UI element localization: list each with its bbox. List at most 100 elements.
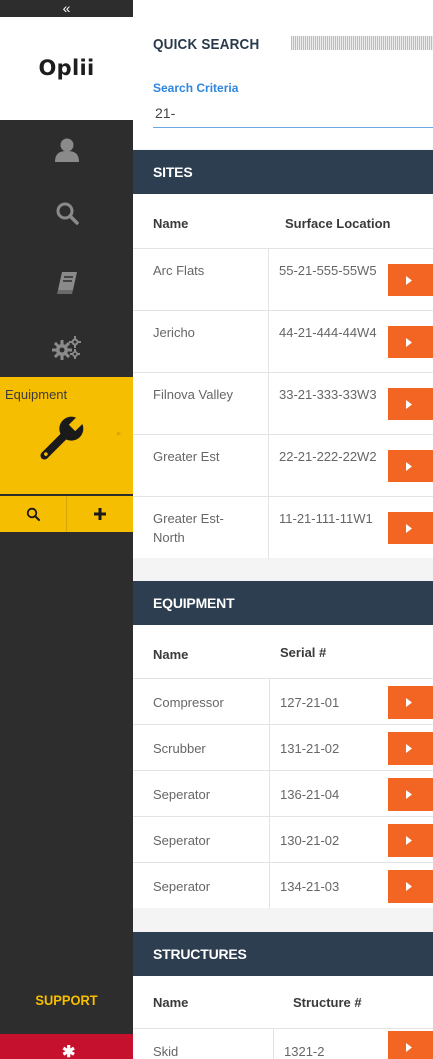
cell-divider [269,679,270,725]
row-name: Arc Flats [153,263,205,278]
row-name: Compressor [153,695,224,710]
row-value: 11-21-111-11W1 [279,511,373,526]
wrench-icon [40,415,85,460]
chevron-right-icon [406,523,412,533]
open-record-button[interactable] [388,732,433,765]
chevron-right-icon: ▸ [117,428,122,438]
row-name: Filnova Valley [153,387,233,402]
equipment-table-header: Name Serial # [133,625,433,678]
nav-library[interactable] [0,253,133,313]
open-record-button[interactable] [388,264,433,296]
nav-search[interactable] [0,183,133,243]
table-row[interactable]: Greater Est 22-21-222-22W2 [133,434,433,497]
table-row[interactable]: Filnova Valley 33-21-333-33W3 [133,372,433,435]
collapse-sidebar-button[interactable]: « [0,0,133,17]
structures-header: STRUCTURES [133,932,433,976]
sidebar: « Oplii Equipment ▸ SUPPORT ✱ [0,0,133,1059]
book-icon [56,272,77,294]
row-name: Seperator [153,833,211,848]
nav-profile[interactable] [0,120,133,180]
table-row[interactable]: Compressor 127-21-01 [133,678,433,725]
search-criteria-label: Search Criteria [153,81,239,95]
column-header[interactable]: Serial # [280,645,326,660]
alert-icon: ✱ [62,1044,76,1059]
equipment-search-button[interactable] [0,496,66,532]
row-name: Scrubber [153,741,206,756]
sites-header: SITES [133,150,433,194]
cell-divider [269,771,270,817]
search-icon [56,202,79,225]
chevron-right-icon [406,790,412,799]
row-name: Seperator [153,787,211,802]
open-record-button[interactable] [388,824,433,857]
row-value: 130-21-02 [280,833,340,848]
search-criteria-input[interactable] [153,98,433,128]
column-header[interactable]: Structure # [293,995,362,1010]
table-row[interactable]: Arc Flats 55-21-555-55W5 [133,248,433,311]
open-record-button[interactable] [388,326,433,358]
row-name: Jericho [153,325,195,340]
title-rule [291,36,433,50]
search-icon [26,507,40,521]
table-row[interactable]: Jericho 44-21-444-44W4 [133,310,433,373]
support-link[interactable]: SUPPORT [5,992,127,1008]
column-header[interactable]: Name [153,995,188,1010]
table-row[interactable]: Seperator 136-21-04 [133,770,433,817]
chevron-right-icon [406,1043,412,1052]
open-record-button[interactable] [388,686,433,719]
row-value: 33-21-333-33W3 [279,387,377,402]
row-name: Seperator [153,879,211,894]
open-record-button[interactable] [388,388,433,420]
row-name: Greater Est [153,449,220,464]
cell-divider [273,1029,274,1059]
plus-icon [94,508,106,520]
chevron-right-icon [406,461,412,471]
row-value: 55-21-555-55W5 [279,263,377,278]
row-value: 22-21-222-22W2 [279,449,377,464]
structures-table-header: Name Structure # [133,976,433,1028]
user-icon [54,138,79,162]
alert-bar[interactable]: ✱ [0,1034,133,1059]
cell-divider [269,725,270,771]
chevron-right-icon [406,275,412,285]
table-row[interactable]: Greater Est-North 11-21-111-11W1 [133,496,433,559]
column-header[interactable]: Name [153,647,188,662]
row-value: 136-21-04 [280,787,340,802]
nav-settings[interactable] [0,318,133,378]
row-value: 134-21-03 [280,879,340,894]
cell-divider [269,863,270,909]
app-logo[interactable]: Oplii [0,56,133,80]
equipment-add-button[interactable] [67,496,133,532]
equipment-module-label: Equipment [5,387,68,402]
cell-divider [268,497,269,559]
sites-table-header: Name Surface Location [133,194,433,248]
row-name: Skid [153,1044,179,1059]
chevron-right-icon [406,836,412,845]
table-row[interactable]: Scrubber 131-21-02 [133,724,433,771]
quick-search-panel: QUICK SEARCH Search Criteria [133,0,433,149]
main-panel: QUICK SEARCH Search Criteria SITES Name … [133,0,433,1059]
chevron-right-icon [406,882,412,891]
cell-divider [268,373,269,435]
column-header[interactable]: Name [153,216,188,231]
cell-divider [269,817,270,863]
row-name: Greater Est-North [153,511,224,545]
cell-divider [268,435,269,497]
row-value: 44-21-444-44W4 [279,325,377,340]
open-record-button[interactable] [388,512,433,544]
table-row[interactable]: Seperator 130-21-02 [133,816,433,863]
chevron-right-icon [406,399,412,409]
quick-search-title: QUICK SEARCH [153,36,260,53]
equipment-actions [0,496,133,532]
equipment-header: EQUIPMENT [133,581,433,625]
open-record-button[interactable] [388,778,433,811]
table-row[interactable]: Skid 1321-2 [133,1028,433,1059]
open-record-button[interactable] [388,1031,433,1059]
row-value: 1321-2 [284,1044,325,1059]
open-record-button[interactable] [388,450,433,482]
open-record-button[interactable] [388,870,433,903]
column-header[interactable]: Surface Location [285,216,390,231]
row-value: 127-21-01 [280,695,340,710]
cell-divider [268,311,269,373]
table-row[interactable]: Seperator 134-21-03 [133,862,433,909]
